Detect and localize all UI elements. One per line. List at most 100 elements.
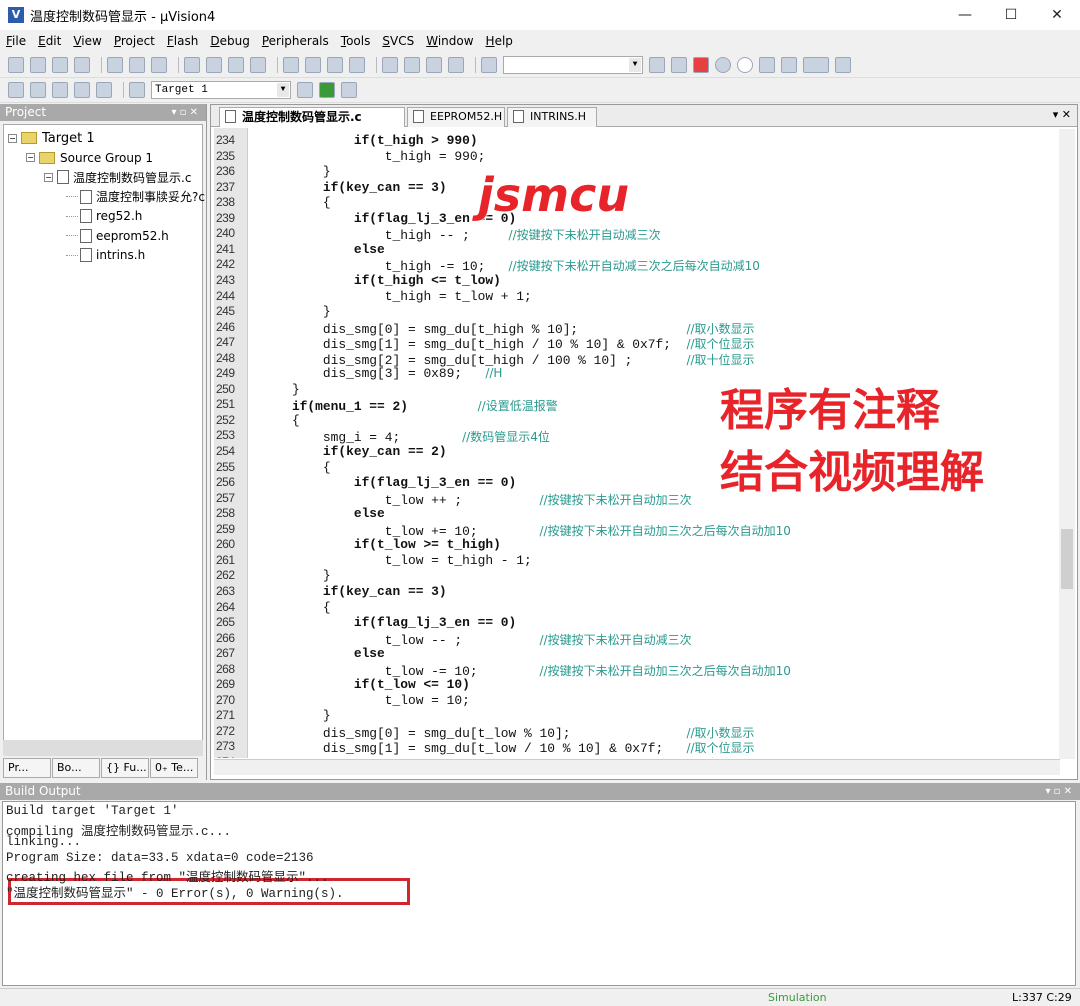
panel-controls-icon[interactable]: ▾ ▫ ✕ bbox=[1045, 783, 1072, 800]
incremental-find-icon[interactable] bbox=[671, 57, 687, 73]
redo-icon[interactable] bbox=[206, 57, 222, 73]
menu-project[interactable]: Project bbox=[114, 34, 155, 48]
next-bookmark-icon[interactable] bbox=[327, 57, 343, 73]
collapse-icon[interactable]: − bbox=[8, 133, 17, 143]
menu-bar: File Edit View Project Flash Debug Peripherals… bbox=[0, 30, 1080, 52]
menu-svcs[interactable]: SVCS bbox=[382, 34, 414, 48]
nav-forward-icon[interactable] bbox=[250, 57, 266, 73]
tree-item[interactable]: − Target 1 bbox=[8, 129, 95, 147]
build-toolbar: Target 1 ▼ bbox=[0, 78, 1080, 103]
indent-icon[interactable] bbox=[382, 57, 398, 73]
download-icon[interactable] bbox=[129, 82, 145, 98]
divider bbox=[101, 57, 102, 73]
menu-peripherals[interactable]: Peripherals bbox=[262, 34, 329, 48]
code-line: { bbox=[261, 195, 331, 210]
status-mode: Simulation bbox=[768, 991, 827, 1004]
breakpoint-disable-icon[interactable] bbox=[737, 57, 753, 73]
uncomment-icon[interactable] bbox=[448, 57, 464, 73]
batch-build-icon[interactable] bbox=[74, 82, 90, 98]
code-line: else bbox=[261, 242, 385, 257]
tree-item[interactable]: − Source Group 1 bbox=[26, 149, 153, 167]
code-line: } bbox=[261, 164, 331, 179]
tree-item[interactable]: eeprom52.h bbox=[66, 227, 169, 245]
debug-start-icon[interactable] bbox=[693, 57, 709, 73]
tabs-controls-icon[interactable]: ▾ ✕ bbox=[1053, 108, 1071, 121]
menu-window[interactable]: Window bbox=[426, 34, 473, 48]
prev-bookmark-icon[interactable] bbox=[305, 57, 321, 73]
save-icon[interactable] bbox=[52, 57, 68, 73]
tree-item[interactable]: reg52.h bbox=[66, 207, 142, 225]
menu-flash[interactable]: Flash bbox=[167, 34, 198, 48]
editor-tab[interactable]: INTRINS.H bbox=[507, 107, 597, 127]
open-folder-icon[interactable] bbox=[30, 57, 46, 73]
clear-bookmarks-icon[interactable] bbox=[349, 57, 365, 73]
horizontal-scrollbar[interactable] bbox=[214, 759, 1060, 775]
panel-tab[interactable]: Bo... bbox=[52, 758, 100, 778]
undo-icon[interactable] bbox=[184, 57, 200, 73]
code-comment: //取小数显示 bbox=[686, 725, 755, 740]
panel-tab[interactable]: {} Fu... bbox=[101, 758, 149, 778]
find-icon[interactable] bbox=[649, 57, 665, 73]
bookmark-icon[interactable] bbox=[283, 57, 299, 73]
menu-help[interactable]: Help bbox=[486, 34, 513, 48]
panel-tab[interactable]: 0₊ Te... bbox=[150, 758, 198, 778]
save-all-icon[interactable] bbox=[74, 57, 90, 73]
line-number: 250 bbox=[216, 381, 235, 396]
menu-edit[interactable]: Edit bbox=[38, 34, 61, 48]
cut-icon[interactable] bbox=[107, 57, 123, 73]
unindent-icon[interactable] bbox=[404, 57, 420, 73]
menu-debug[interactable]: Debug bbox=[210, 34, 249, 48]
close-button[interactable]: ✕ bbox=[1034, 0, 1080, 30]
code-line: else bbox=[261, 506, 385, 521]
maximize-button[interactable]: ☐ bbox=[988, 0, 1034, 30]
code-text: t_low = 10; bbox=[261, 692, 470, 708]
configure-icon[interactable] bbox=[835, 57, 851, 73]
scroll-thumb[interactable] bbox=[1061, 529, 1073, 589]
code-line: t_low += 10; //按键按下未松开自动加三次之后每次自动加10 bbox=[261, 522, 791, 539]
new-file-icon[interactable] bbox=[8, 57, 24, 73]
books-icon[interactable] bbox=[341, 82, 357, 98]
menu-view[interactable]: View bbox=[73, 34, 101, 48]
code-line: if(t_low >= t_high) bbox=[261, 537, 501, 552]
collapse-icon[interactable]: − bbox=[44, 172, 53, 182]
stop-build-icon[interactable] bbox=[96, 82, 112, 98]
collapse-icon[interactable]: − bbox=[26, 153, 35, 162]
code-line: t_high = t_low + 1; bbox=[261, 289, 532, 304]
line-number: 266 bbox=[216, 630, 235, 645]
editor-tab[interactable]: EEPROM52.H bbox=[407, 107, 505, 127]
tree-item[interactable]: intrins.h bbox=[66, 246, 145, 264]
panel-controls-icon[interactable]: ▾ ▫ ✕ bbox=[171, 104, 198, 121]
copy-icon[interactable] bbox=[129, 57, 145, 73]
tree-item[interactable]: − 温度控制数码管显示.c bbox=[44, 168, 191, 186]
target-select[interactable]: Target 1 ▼ bbox=[151, 81, 291, 99]
build-icon[interactable] bbox=[30, 82, 46, 98]
nav-back-icon[interactable] bbox=[228, 57, 244, 73]
menu-tools[interactable]: Tools bbox=[341, 34, 371, 48]
find-in-files-icon[interactable] bbox=[481, 57, 497, 73]
kill-all-breakpoints-icon[interactable] bbox=[781, 57, 797, 73]
code-text: t_high = 990; bbox=[261, 148, 486, 164]
comment-icon[interactable] bbox=[426, 57, 442, 73]
breakpoint-icon[interactable] bbox=[715, 57, 731, 73]
kill-breakpoints-icon[interactable] bbox=[759, 57, 775, 73]
panel-tab[interactable]: Pr... bbox=[3, 758, 51, 778]
code-text: else bbox=[261, 241, 385, 257]
code-text: if(key_can == 3) bbox=[261, 179, 447, 195]
translate-icon[interactable] bbox=[8, 82, 24, 98]
menu-file[interactable]: File bbox=[6, 34, 26, 48]
file-toolbar: ▼ bbox=[0, 53, 1080, 78]
vertical-scrollbar[interactable] bbox=[1059, 129, 1075, 759]
status-bar: Simulation L:337 C:29 bbox=[0, 988, 1080, 1006]
editor-tab[interactable]: 温度控制数码管显示.c bbox=[219, 107, 405, 127]
target-options-icon[interactable] bbox=[297, 82, 313, 98]
paste-icon[interactable] bbox=[151, 57, 167, 73]
tab-label: EEPROM52.H bbox=[430, 110, 503, 123]
window-layout-icon[interactable] bbox=[803, 57, 829, 73]
line-number: 258 bbox=[216, 506, 235, 521]
rebuild-icon[interactable] bbox=[52, 82, 68, 98]
minimize-button[interactable]: — bbox=[942, 0, 988, 30]
tree-horizontal-scrollbar[interactable] bbox=[3, 740, 203, 756]
manage-components-icon[interactable] bbox=[319, 82, 335, 98]
tree-item[interactable]: 温度控制事牍妥允?c bbox=[66, 188, 205, 206]
find-combo[interactable]: ▼ bbox=[503, 56, 643, 74]
